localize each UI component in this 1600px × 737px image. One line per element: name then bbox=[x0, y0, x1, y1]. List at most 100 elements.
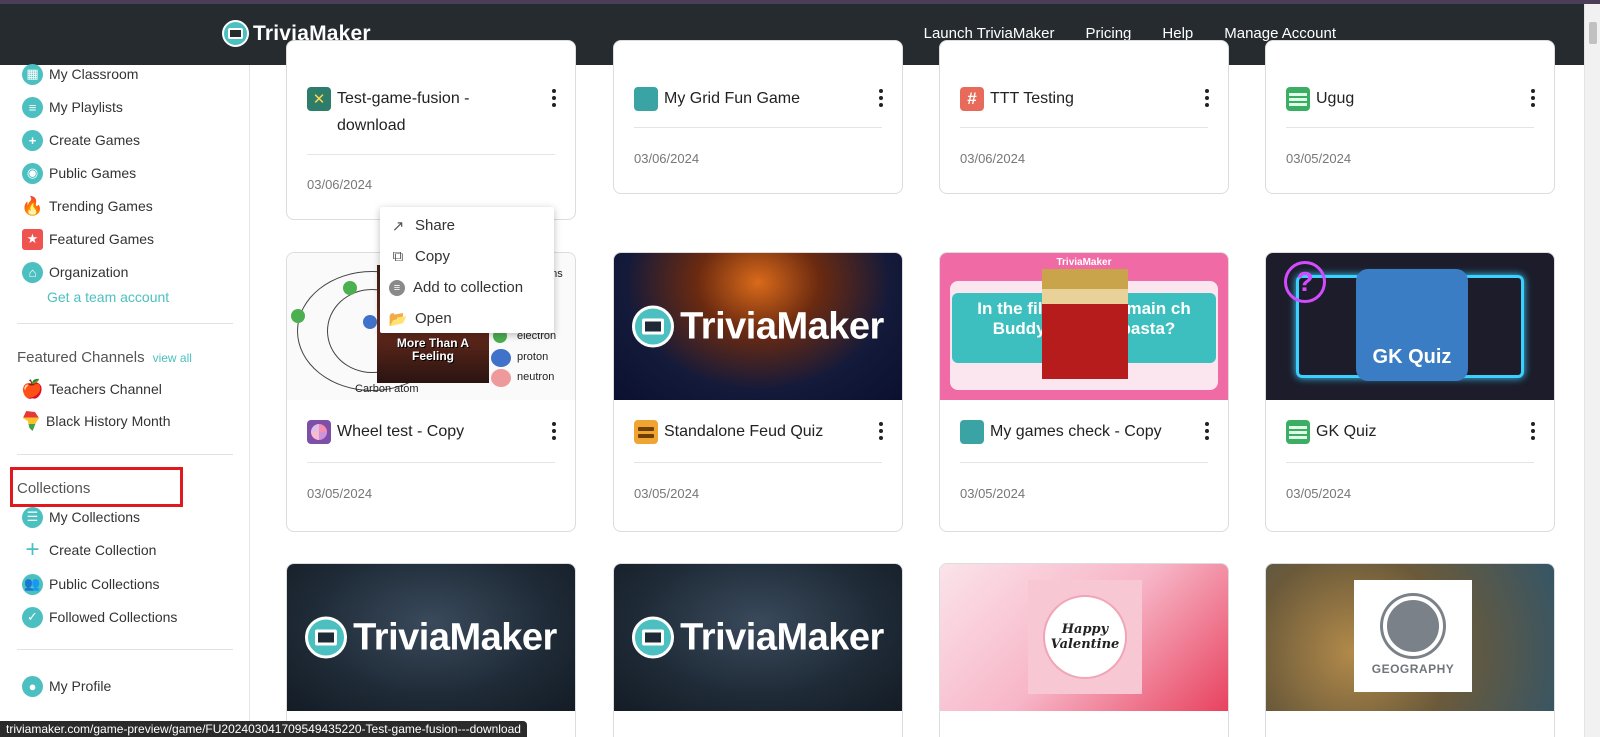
menu-item-label: Open bbox=[415, 310, 452, 327]
electron-dot bbox=[291, 309, 305, 323]
card-separator bbox=[307, 154, 555, 155]
card-thumbnail[interactable]: TriviaMaker bbox=[287, 564, 575, 711]
card-thumbnail[interactable]: TriviaMaker In the fil hat is the main c… bbox=[940, 253, 1228, 400]
card-title[interactable]: Ugug bbox=[1316, 85, 1520, 112]
game-card[interactable]: TriviaMaker bbox=[613, 563, 903, 737]
game-card[interactable]: TriviaMaker bbox=[286, 563, 576, 737]
sidebar-item-trending-games[interactable]: 🔥 Trending Games bbox=[21, 195, 152, 217]
sidebar-item-followed-collections[interactable]: ✓ Followed Collections bbox=[22, 606, 177, 628]
copy-icon: ⧉ bbox=[392, 248, 404, 265]
card-thumbnail[interactable]: TriviaMaker bbox=[614, 253, 902, 400]
card-thumbnail[interactable]: TriviaMaker bbox=[614, 564, 902, 711]
sidebar-item-label: My Playlists bbox=[49, 99, 123, 115]
sidebar-item-label: Teachers Channel bbox=[49, 381, 162, 397]
more-options-icon[interactable] bbox=[1526, 87, 1540, 109]
sidebar-item-public-collections[interactable]: 👥 Public Collections bbox=[22, 573, 160, 595]
fusion-game-icon bbox=[307, 87, 331, 111]
sidebar-item-label: Public Games bbox=[49, 165, 137, 181]
card-separator bbox=[307, 462, 555, 463]
card-title[interactable]: Standalone Feud Quiz bbox=[664, 418, 868, 445]
more-options-icon[interactable] bbox=[874, 87, 888, 109]
card-title[interactable]: My games check - Copy bbox=[990, 418, 1194, 445]
valentine-badge: Happy Valentine bbox=[1028, 580, 1142, 694]
status-bar-url: triviamaker.com/game-preview/game/FU2024… bbox=[0, 721, 527, 737]
more-options-icon[interactable] bbox=[874, 420, 888, 442]
sidebar-item-my-collections[interactable]: ☰ My Collections bbox=[22, 506, 140, 528]
classroom-icon: ▦ bbox=[22, 63, 43, 85]
menu-item-share[interactable]: ↗ Share bbox=[380, 210, 554, 241]
wordmark-text: TriviaMaker bbox=[353, 616, 557, 658]
game-card[interactable]: # TTT Testing 03/06/2024 bbox=[939, 40, 1229, 194]
card-title[interactable]: TTT Testing bbox=[990, 85, 1194, 112]
atom-label: neutron bbox=[517, 371, 555, 383]
scrollbar-thumb[interactable] bbox=[1589, 22, 1597, 44]
game-card[interactable]: GEOGRAPHY bbox=[1265, 563, 1555, 737]
grid-game-icon bbox=[960, 420, 984, 444]
more-options-icon[interactable] bbox=[1526, 420, 1540, 442]
card-thumbnail[interactable]: Happy Valentine bbox=[940, 564, 1228, 711]
playlist-icon: ≡ bbox=[22, 96, 43, 118]
page-scrollbar[interactable] bbox=[1584, 4, 1600, 737]
menu-item-add-to-collection[interactable]: ≡ Add to collection bbox=[380, 272, 554, 303]
user-icon: ● bbox=[22, 675, 43, 697]
sidebar-item-teachers-channel[interactable]: 🍎 Teachers Channel bbox=[21, 378, 162, 400]
more-options-icon[interactable] bbox=[1200, 420, 1214, 442]
more-options-icon[interactable] bbox=[547, 87, 561, 109]
gk-quiz-text: GK Quiz bbox=[1372, 346, 1452, 368]
geography-text: GEOGRAPHY bbox=[1371, 662, 1455, 676]
sidebar-item-label: My Collections bbox=[49, 509, 141, 525]
sidebar-item-organization[interactable]: ⌂ Organization bbox=[22, 261, 128, 283]
sidebar-item-featured-games[interactable]: ★ Featured Games bbox=[22, 228, 154, 250]
menu-item-open[interactable]: 📂 Open bbox=[380, 303, 554, 334]
card-title[interactable]: Wheel test - Copy bbox=[337, 418, 541, 445]
proton-dot bbox=[363, 315, 377, 329]
sidebar: ▦ My Classroom ≡ My Playlists + Create G… bbox=[0, 63, 250, 737]
atom-photo-text: More Than A Feeling bbox=[396, 336, 470, 363]
game-card[interactable]: TriviaMaker Standalone Feud Quiz 03/05/2… bbox=[613, 252, 903, 532]
game-card[interactable]: My Grid Fun Game 03/06/2024 bbox=[613, 40, 903, 194]
sidebar-item-create-games[interactable]: + Create Games bbox=[22, 129, 140, 151]
sidebar-divider bbox=[17, 323, 233, 324]
card-title[interactable]: GK Quiz bbox=[1316, 418, 1520, 445]
card-thumbnail[interactable]: ? GK Quiz bbox=[1266, 253, 1554, 400]
card-title-row: Standalone Feud Quiz bbox=[634, 420, 888, 445]
card-context-menu: ↗ Share ⧉ Copy ≡ Add to collection 📂 Ope… bbox=[380, 207, 554, 333]
sidebar-item-label: Organization bbox=[49, 264, 129, 280]
get-team-account-link[interactable]: Get a team account bbox=[47, 289, 169, 305]
plus-icon: + bbox=[22, 129, 43, 151]
card-thumbnail[interactable]: GEOGRAPHY bbox=[1266, 564, 1554, 711]
plus-icon: + bbox=[25, 536, 40, 563]
sidebar-item-label: Black History Month bbox=[46, 413, 171, 429]
sidebar-item-my-playlists[interactable]: ≡ My Playlists bbox=[22, 96, 123, 118]
sidebar-item-create-collection[interactable]: + Create Collection bbox=[22, 536, 156, 563]
globe-icon bbox=[1383, 596, 1443, 656]
more-options-icon[interactable] bbox=[1200, 87, 1214, 109]
card-title-row: GK Quiz bbox=[1286, 420, 1540, 445]
sidebar-item-my-classroom[interactable]: ▦ My Classroom bbox=[22, 63, 138, 85]
card-title[interactable]: Test-game-fusion - download bbox=[337, 85, 541, 139]
game-card[interactable]: TriviaMaker In the fil hat is the main c… bbox=[939, 252, 1229, 532]
sidebar-item-public-games[interactable]: ◉ Public Games bbox=[22, 162, 136, 184]
game-card[interactable]: Happy Valentine bbox=[939, 563, 1229, 737]
sidebar-item-black-history-month[interactable]: Black History Month bbox=[22, 410, 170, 432]
globe-icon: ◉ bbox=[22, 162, 43, 184]
card-title[interactable]: My Grid Fun Game bbox=[664, 85, 868, 112]
sidebar-item-my-profile[interactable]: ● My Profile bbox=[22, 675, 111, 697]
card-separator bbox=[960, 127, 1208, 128]
check-icon: ✓ bbox=[22, 606, 43, 628]
sidebar-item-label: Public Collections bbox=[49, 576, 160, 592]
triviamaker-logo-icon bbox=[305, 616, 348, 659]
view-all-link[interactable]: view all bbox=[153, 351, 192, 365]
game-card[interactable]: Test-game-fusion - download 03/06/2024 bbox=[286, 40, 576, 220]
game-card[interactable]: ? GK Quiz GK Quiz 03/05/2024 bbox=[1265, 252, 1555, 532]
triviamaker-wordmark: TriviaMaker bbox=[287, 616, 575, 659]
card-separator bbox=[634, 127, 882, 128]
menu-item-copy[interactable]: ⧉ Copy bbox=[380, 241, 554, 272]
more-options-icon[interactable] bbox=[547, 420, 561, 442]
sidebar-item-label: My Classroom bbox=[49, 66, 139, 82]
featured-channels-heading: Featured Channels view all bbox=[17, 349, 192, 366]
card-title-row: My Grid Fun Game bbox=[634, 87, 888, 112]
game-card[interactable]: Ugug 03/05/2024 bbox=[1265, 40, 1555, 194]
folder-open-icon: 📂 bbox=[388, 310, 408, 328]
card-date: 03/05/2024 bbox=[307, 486, 373, 501]
